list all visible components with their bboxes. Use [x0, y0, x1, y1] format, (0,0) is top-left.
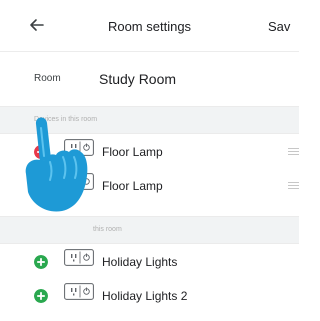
section-label: this room — [93, 226, 122, 233]
add-device-icon[interactable] — [34, 289, 48, 303]
device-name: Holiday Lights — [102, 255, 178, 269]
add-device-icon[interactable] — [34, 255, 48, 269]
page-title: Room settings — [107, 19, 192, 34]
tap-hand-icon — [25, 117, 88, 212]
drag-handle-icon[interactable] — [288, 147, 299, 156]
room-label: Room — [34, 73, 61, 84]
room-name-field[interactable]: Study Room — [99, 71, 176, 87]
list-item[interactable]: Holiday Lights 2 — [0, 278, 299, 312]
drag-handle-icon[interactable] — [288, 181, 299, 190]
room-name-row[interactable]: Room Study Room — [0, 52, 299, 106]
app-header: Room settings Sav — [0, 0, 299, 52]
device-name: Holiday Lights 2 — [102, 289, 188, 303]
room-settings-screen: Room settings Sav Room Study Room Device… — [0, 0, 299, 321]
device-name: Floor Lamp — [102, 179, 163, 193]
section-header-not-in-room: this room — [0, 216, 299, 244]
list-item[interactable]: Holiday Lights — [0, 244, 299, 278]
device-name: Floor Lamp — [102, 145, 163, 159]
plug-icon — [64, 283, 94, 300]
save-button[interactable]: Sav — [268, 19, 290, 34]
plug-icon — [64, 249, 94, 266]
